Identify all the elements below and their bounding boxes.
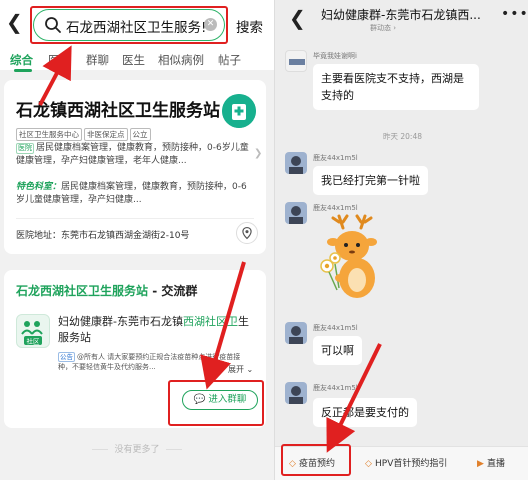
tag-icon: ◇ (365, 459, 372, 469)
live-label: 直播 (487, 459, 506, 469)
group-name-prefix: 妇幼健康群-东莞市石龙镇 (58, 315, 183, 328)
sender-name: 毕竟我娃谢啊i (313, 52, 357, 60)
search-button[interactable]: 搜索 (236, 16, 263, 36)
hospital-logo-icon (222, 94, 256, 128)
clinic-title: 石龙镇西湖社区卫生服务站 (16, 101, 220, 121)
message-bubble[interactable]: 主要看医院支不支持，西湖是支持的 (313, 64, 479, 110)
services-row: 医院 居民健康档案管理，健康教育，预防接种，0-6岁儿童健康管理，孕产妇健康管理，… (16, 142, 254, 168)
group-name: 妇幼健康群-东莞市石龙镇西湖社区卫生服务站 (58, 314, 254, 346)
sender-name: 鹿友44x1m5l (313, 384, 358, 392)
tab-posts[interactable]: 帖子 (218, 52, 241, 68)
highlight-search-box (30, 6, 228, 44)
tab-doctor[interactable]: 医生 (122, 52, 145, 68)
notice-badge: 公告 (58, 352, 75, 362)
message-bubble[interactable]: 反正都是要支付的 (313, 398, 417, 427)
tag: 社区卫生服务中心 (16, 128, 82, 141)
message-bubble[interactable]: 可以啊 (313, 336, 362, 365)
more-icon[interactable]: ••• (501, 6, 528, 22)
tag: 非医保定点 (84, 128, 128, 141)
group-card-title-green: 石龙西湖社区卫生服务站 (16, 284, 149, 298)
group-notice: 公告 @所有人 请大家要预约正规合法疫苗种点进行疫苗接种，不要轻信黄牛及代约服务.… (58, 352, 248, 372)
tab-all[interactable]: 综合 (10, 52, 33, 68)
services-text: 居民健康档案管理，健康教育，预防接种，0-6岁儿童健康管理，孕产妇健康管理，老年… (16, 143, 249, 166)
highlight-vaccine-button (281, 444, 351, 476)
avatar[interactable] (285, 202, 307, 224)
expand-label: 展开 (228, 365, 244, 374)
live-button[interactable]: ▶ 直播 (477, 455, 505, 473)
community-logo-text: 社区 (27, 337, 41, 346)
divider (16, 218, 254, 219)
group-updates-link[interactable]: 群动态 › (370, 23, 396, 33)
no-more-text: 没有更多了 (70, 442, 204, 455)
tab-hospital[interactable]: 医院 (48, 52, 71, 68)
location-pin-icon[interactable] (236, 222, 258, 244)
community-logo-icon: 社区 (16, 314, 50, 348)
avatar[interactable] (285, 50, 307, 72)
hpv-guide-button[interactable]: ◇ HPV首针预约指引 (365, 455, 447, 473)
group-name-highlight: 西湖社区卫 (182, 315, 238, 328)
highlight-join-button (168, 380, 264, 426)
notice-text: @所有人 请大家要预约正规合法疫苗种点进行疫苗接种，不要轻信黄牛及代约服务... (58, 353, 241, 371)
tab-group-chat[interactable]: 群聊 (86, 52, 109, 68)
message-bubble[interactable]: 我已经打完第一针啦 (313, 166, 428, 195)
avatar[interactable] (285, 322, 307, 344)
sender-name: 鹿友44x1m5l (313, 154, 358, 162)
live-icon: ▶ (477, 459, 484, 469)
avatar[interactable] (285, 382, 307, 404)
features-row: 特色科室：居民健康档案管理，健康教育，预防接种，0-6岁儿童健康管理，孕产妇健康… (16, 181, 254, 207)
sender-name: 鹿友44x1m5l (313, 324, 358, 332)
chat-title: 妇幼健康群-东莞市石龙镇西... (321, 8, 481, 22)
feature-label: 特色科室： (16, 182, 62, 192)
clinic-address: 医院地址：东莞市石龙镇西湖金湖街2-10号 (16, 231, 190, 241)
back-icon[interactable]: ❮ (289, 6, 306, 30)
hpv-guide-label: HPV首针预约指引 (375, 459, 448, 469)
avatar[interactable] (285, 152, 307, 174)
chevron-right-icon[interactable]: ❯ (254, 148, 262, 159)
message-timestamp: 昨天 20:48 (383, 132, 422, 141)
clinic-tags: 社区卫生服务中心 非医保定点 公立 (16, 122, 153, 141)
result-tabs: 综合 医院 群聊 医生 相似病例 帖子 (0, 46, 274, 72)
back-icon[interactable]: ❮ (6, 10, 24, 38)
deer-sticker-icon[interactable] (313, 212, 389, 302)
expand-link[interactable]: 展开 ⌄ (228, 364, 253, 375)
tag: 公立 (129, 128, 151, 141)
active-tab-indicator (14, 69, 32, 72)
tab-similar-cases[interactable]: 相似病例 (158, 52, 204, 68)
group-card-title-suffix: - 交流群 (148, 284, 198, 298)
group-chat-panel: ❮ 妇幼健康群-东莞市石龙镇西... 群动态 › ••• 毕竟我娃谢啊i 主要看… (274, 0, 528, 480)
clinic-card[interactable]: 石龙镇西湖社区卫生服务站 社区卫生服务中心 非医保定点 公立 医院 居民健康档案管理，… (4, 80, 266, 254)
group-updates-label: 群动态 (370, 24, 391, 32)
service-badge: 医院 (16, 143, 34, 154)
group-card-title: 石龙西湖社区卫生服务站 - 交流群 (16, 282, 197, 299)
